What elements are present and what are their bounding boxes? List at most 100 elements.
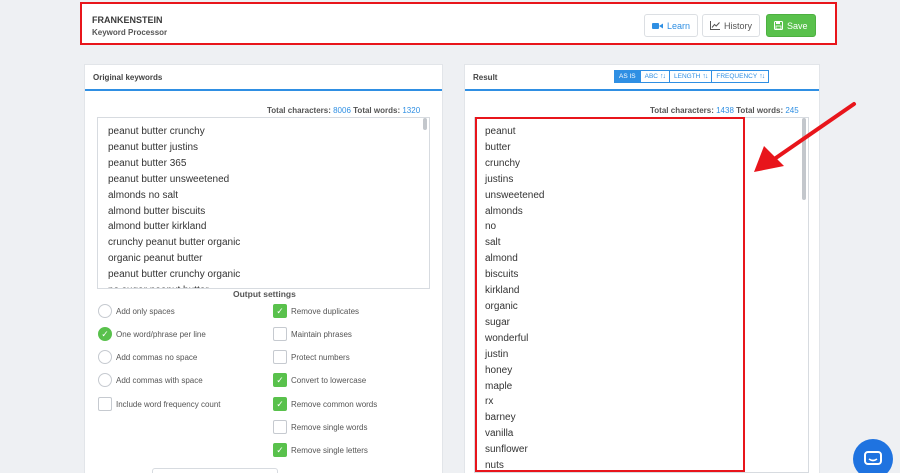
result-keyword-line: almonds bbox=[485, 205, 523, 217]
option-label: Remove single letters bbox=[291, 445, 368, 455]
output-option[interactable]: Add commas with space bbox=[98, 373, 203, 387]
app-subtitle: Keyword Processor bbox=[92, 28, 168, 37]
sort-arrows-icon: ↑↓ bbox=[660, 73, 666, 80]
app-name: FRANKENSTEIN bbox=[92, 15, 163, 25]
sort-arrows-icon: ↑↓ bbox=[702, 73, 708, 80]
option-label: Maintain phrases bbox=[291, 329, 352, 339]
checkbox[interactable]: ✓ bbox=[273, 397, 287, 411]
process-button[interactable] bbox=[152, 468, 278, 473]
result-keyword-line: maple bbox=[485, 380, 513, 392]
radio-button[interactable] bbox=[98, 350, 112, 364]
sort-abc-button[interactable]: ABC ↑↓ bbox=[639, 70, 670, 83]
original-keyword-line: peanut butter justins bbox=[108, 141, 199, 153]
output-option[interactable]: ✓ Remove common words bbox=[273, 397, 377, 411]
original-keyword-line: peanut butter 365 bbox=[108, 157, 187, 169]
original-keyword-line: almond butter biscuits bbox=[108, 205, 206, 217]
original-stats: Total characters: 8006 Total words: 1320 bbox=[267, 106, 420, 115]
sort-as-is-label: AS IS bbox=[619, 73, 636, 80]
result-keyword-line: peanut bbox=[485, 126, 516, 137]
sort-frequency-label: FREQUENCY bbox=[716, 73, 758, 80]
sort-length-label: LENGTH bbox=[674, 73, 701, 80]
option-label: Protect numbers bbox=[291, 352, 350, 362]
result-keyword-line: honey bbox=[485, 364, 513, 376]
original-keyword-line: almonds no salt bbox=[108, 189, 179, 201]
original-keyword-line: peanut butter unsweetened bbox=[108, 173, 230, 185]
result-keyword-line: vanilla bbox=[485, 428, 514, 440]
original-keyword-line: organic peanut butter bbox=[108, 253, 203, 265]
output-option[interactable]: Maintain phrases bbox=[273, 327, 352, 341]
option-label: Add only spaces bbox=[116, 306, 175, 316]
scrollbar[interactable] bbox=[423, 118, 427, 130]
output-option[interactable]: Include word frequency count bbox=[98, 397, 221, 411]
result-title: Result bbox=[473, 73, 498, 82]
output-option[interactable]: Protect numbers bbox=[273, 350, 350, 364]
option-label: Remove single words bbox=[291, 422, 368, 432]
learn-button-label: Learn bbox=[667, 20, 691, 31]
result-keyword-line: crunchy bbox=[485, 157, 521, 169]
output-option[interactable]: Add only spaces bbox=[98, 304, 175, 318]
chars-value: 8006 bbox=[333, 106, 351, 115]
floppy-disk-icon bbox=[774, 21, 783, 30]
radio-button[interactable] bbox=[98, 304, 112, 318]
save-button[interactable]: Save bbox=[766, 14, 816, 37]
output-option[interactable]: ✓ One word/phrase per line bbox=[98, 327, 206, 341]
chars-label: Total characters: bbox=[650, 106, 714, 115]
chart-line-icon bbox=[710, 21, 720, 30]
sort-abc-label: ABC bbox=[644, 73, 658, 80]
sort-length-button[interactable]: LENGTH ↑↓ bbox=[669, 70, 713, 83]
output-option[interactable]: Remove single words bbox=[273, 420, 367, 434]
option-label: Include word frequency count bbox=[116, 399, 221, 409]
sort-arrows-icon: ↑↓ bbox=[759, 73, 765, 80]
result-keyword-line: wonderful bbox=[485, 332, 529, 344]
result-keyword-line: justin bbox=[485, 348, 509, 360]
output-settings-title: Output settings bbox=[233, 289, 296, 299]
sort-frequency-button[interactable]: FREQUENCY ↑↓ bbox=[711, 70, 770, 83]
option-label: Convert to lowercase bbox=[291, 375, 367, 385]
checkbox[interactable] bbox=[273, 350, 287, 364]
result-keyword-line: rx bbox=[485, 396, 494, 408]
result-keyword-line: sunflower bbox=[485, 444, 528, 456]
result-keyword-line: kirkland bbox=[485, 285, 520, 297]
sort-as-is-button[interactable]: AS IS bbox=[614, 70, 641, 83]
panel-divider bbox=[85, 89, 442, 91]
result-keyword-line: sugar bbox=[485, 316, 511, 328]
original-keyword-line: no sugar peanut butter bbox=[108, 283, 240, 288]
option-label: Remove duplicates bbox=[291, 306, 360, 316]
learn-button[interactable]: Learn bbox=[644, 14, 699, 37]
original-keyword-line: almond butter kirkland bbox=[108, 221, 207, 233]
result-keyword-line: no bbox=[485, 221, 497, 233]
result-keyword-line: salt bbox=[485, 237, 501, 249]
option-label: Remove common words bbox=[291, 399, 378, 409]
radio-button[interactable]: ✓ bbox=[98, 327, 112, 341]
result-keyword-line: organic bbox=[485, 300, 518, 312]
history-button[interactable]: History bbox=[702, 14, 761, 37]
history-button-label: History bbox=[724, 20, 753, 31]
output-option[interactable]: ✓ Remove single letters bbox=[273, 443, 368, 457]
original-keywords-list: peanut butter crunchy peanut butter justi… bbox=[108, 124, 240, 288]
checkbox[interactable]: ✓ bbox=[273, 373, 287, 387]
checkbox[interactable] bbox=[273, 327, 287, 341]
original-keyword-line: peanut butter crunchy bbox=[108, 126, 205, 137]
result-keyword-line: justins bbox=[485, 173, 514, 185]
original-keywords-title: Original keywords bbox=[93, 73, 163, 82]
annotation-arrow-icon bbox=[754, 102, 856, 172]
result-keyword-line: biscuits bbox=[485, 269, 519, 281]
radio-button[interactable] bbox=[98, 373, 112, 387]
checkbox[interactable] bbox=[98, 397, 112, 411]
checkbox[interactable]: ✓ bbox=[273, 304, 287, 318]
output-option[interactable]: ✓ Remove duplicates bbox=[273, 304, 359, 318]
result-keyword-line: nuts bbox=[485, 460, 504, 472]
output-option[interactable]: ✓ Convert to lowercase bbox=[273, 373, 366, 387]
sort-options: AS IS ABC ↑↓ LENGTH ↑↓ FREQUENCY ↑↓ bbox=[614, 70, 770, 83]
option-label: Add commas with space bbox=[116, 375, 203, 385]
original-keywords-textarea[interactable]: peanut butter crunchy peanut butter justi… bbox=[97, 117, 430, 289]
option-label: One word/phrase per line bbox=[116, 329, 206, 339]
app-header: FRANKENSTEIN Keyword Processor Learn His… bbox=[80, 2, 837, 45]
result-keyword-line: almond bbox=[485, 253, 518, 265]
checkbox[interactable] bbox=[273, 420, 287, 434]
save-button-label: Save bbox=[787, 20, 808, 31]
checkbox[interactable]: ✓ bbox=[273, 443, 287, 457]
output-option[interactable]: Add commas no space bbox=[98, 350, 197, 364]
panel-divider bbox=[465, 89, 819, 91]
chat-button[interactable] bbox=[853, 439, 893, 473]
